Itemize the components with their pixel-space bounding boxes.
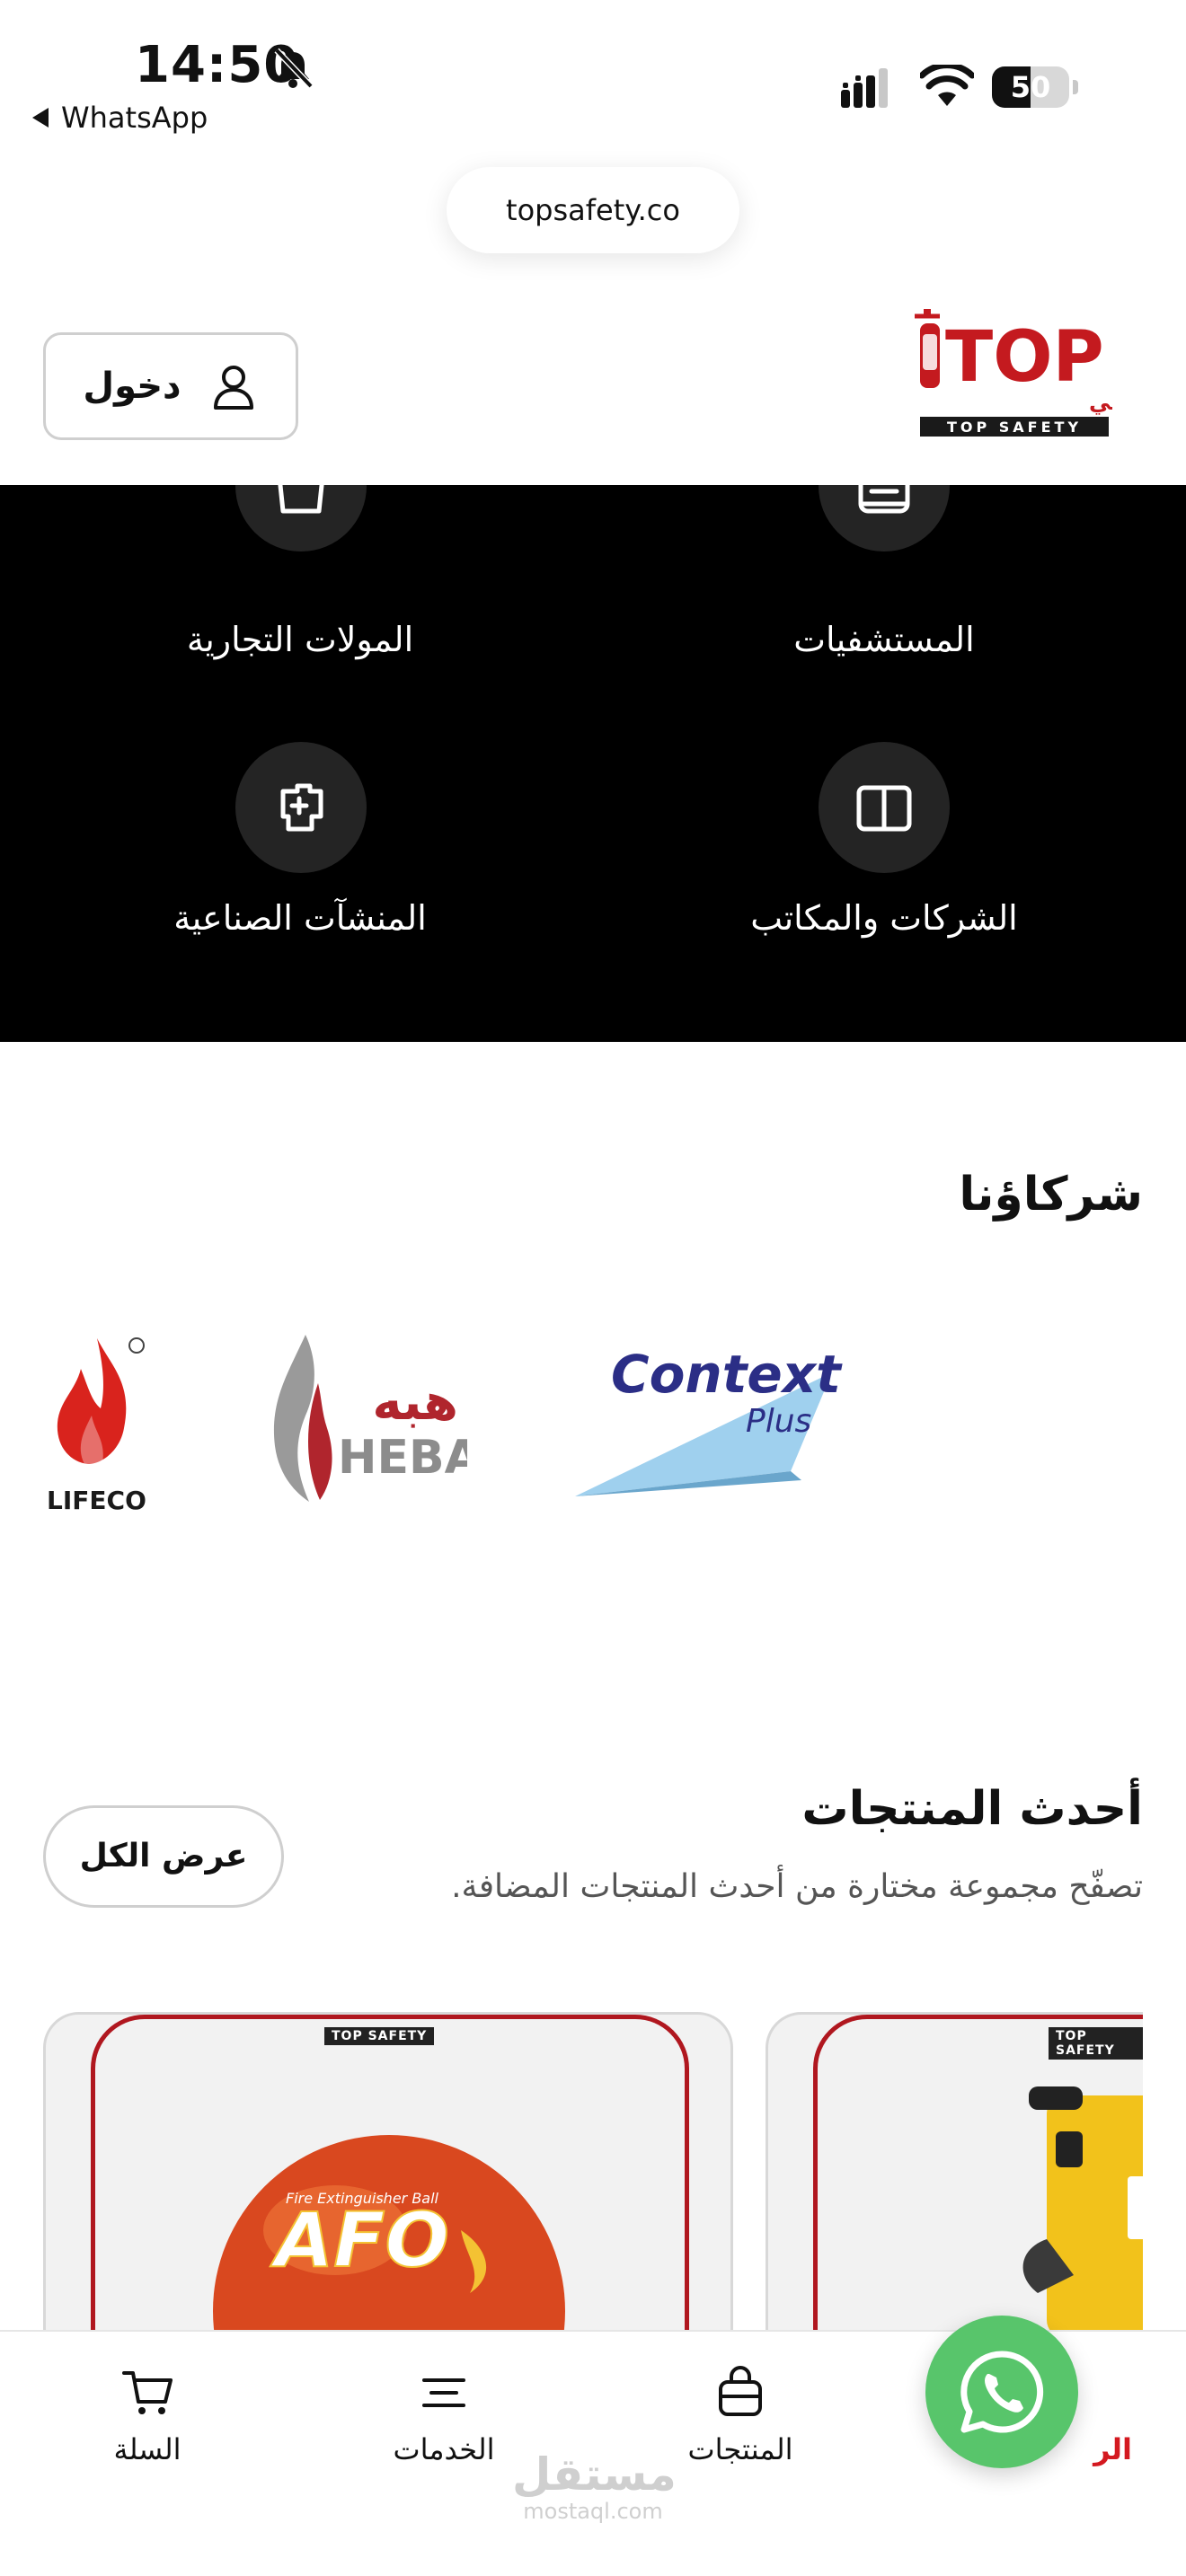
logo-tagline: TOP SAFETY	[947, 419, 1082, 436]
nav-cart[interactable]: السلة	[49, 2364, 246, 2466]
view-all-button[interactable]: عرض الكل	[43, 1805, 284, 1908]
latest-products-title: أحدث المنتجات	[801, 1782, 1143, 1836]
logo-brand-en: TOP	[945, 317, 1104, 398]
sectors-section: المستشفيات المولات التجارية الشركات والم…	[0, 485, 1186, 1042]
menu-icon	[422, 2378, 465, 2407]
partners-title: شركاؤنا	[959, 1168, 1143, 1222]
cart-icon	[122, 2371, 173, 2414]
back-to-app-link[interactable]: WhatsApp	[32, 101, 208, 135]
product-card[interactable]: TOP SAFETY	[766, 2012, 1143, 2335]
industry-icon	[280, 783, 323, 832]
product-afo-text: AFO	[270, 2196, 449, 2284]
lifeco-text: LIFECO	[47, 1486, 146, 1515]
sector-offices-icon-wrap[interactable]	[819, 742, 950, 873]
logo-brand-ar: تـوب سيفتـي	[1089, 390, 1112, 415]
user-icon	[213, 366, 253, 410]
book-icon	[856, 785, 912, 832]
heba-english-text: HEBA	[338, 1431, 467, 1485]
shopping-bag-icon	[278, 485, 324, 514]
sector-industry-icon-wrap[interactable]	[235, 742, 367, 873]
login-label: دخول	[83, 366, 181, 407]
product-card-brand: TOP SAFETY	[1049, 2027, 1143, 2060]
status-bar: 14:50 WhatsApp 50	[0, 0, 1186, 153]
sector-malls-icon-wrap[interactable]	[235, 485, 367, 551]
whatsapp-chat-button[interactable]	[925, 2316, 1078, 2468]
product-card-brand: TOP SAFETY	[324, 2027, 435, 2045]
hospital-icon	[858, 485, 910, 514]
battery-indicator: 50	[992, 66, 1078, 108]
sector-offices-label[interactable]: الشركات والمكاتب	[629, 898, 1139, 938]
top-safety-logo[interactable]: TOP تـوب سيفتـي TOP SAFETY	[909, 304, 1112, 438]
nav-cart-label: السلة	[113, 2432, 181, 2466]
login-button[interactable]: دخول	[43, 332, 298, 440]
whatsapp-icon	[960, 2351, 1044, 2433]
products-bag-icon	[719, 2366, 762, 2416]
context-text: Context	[611, 1344, 843, 1405]
heba-arabic-text: هبه	[372, 1373, 458, 1432]
bell-slash-icon	[274, 48, 314, 89]
mostaql-watermark: مستقل mostaql.com	[512, 2448, 677, 2524]
fire-extinguisher-ball-image: Fire Extinguisher Ball AFO	[213, 2135, 565, 2333]
watermark-main-text: مستقل	[512, 2448, 677, 2501]
back-triangle-icon	[32, 108, 49, 128]
product-card[interactable]: TOP SAFETY Fire Extinguisher Ball AFO	[43, 2012, 733, 2335]
partner-logo-context-plus[interactable]: Context Plus	[566, 1337, 854, 1516]
plus-text: Plus	[746, 1403, 811, 1440]
jackhammer-image	[1022, 2086, 1143, 2333]
cellular-signal-icon	[841, 68, 888, 108]
battery-level-text: 50	[1010, 70, 1051, 104]
sector-hospitals-label[interactable]: المستشفيات	[629, 620, 1139, 659]
page: 14:50 WhatsApp 50 topsafety.co دخول TOP …	[0, 0, 1186, 2576]
watermark-sub-text: mostaql.com	[523, 2499, 663, 2524]
partner-logo-lifeco[interactable]: LIFECO	[43, 1329, 151, 1518]
back-app-label: WhatsApp	[61, 101, 208, 135]
sector-industry-label[interactable]: المنشآت الصناعية	[45, 898, 555, 938]
partner-logo-heba[interactable]: هبه HEBA	[252, 1329, 467, 1509]
wifi-icon	[920, 65, 974, 106]
latest-products-subtitle: تصفّح مجموعة مختارة من أحدث المنتجات الم…	[451, 1868, 1143, 1905]
sector-malls-label[interactable]: المولات التجارية	[45, 620, 555, 659]
address-bar[interactable]: topsafety.co	[447, 167, 739, 253]
sector-hospitals-icon-wrap[interactable]	[819, 485, 950, 551]
